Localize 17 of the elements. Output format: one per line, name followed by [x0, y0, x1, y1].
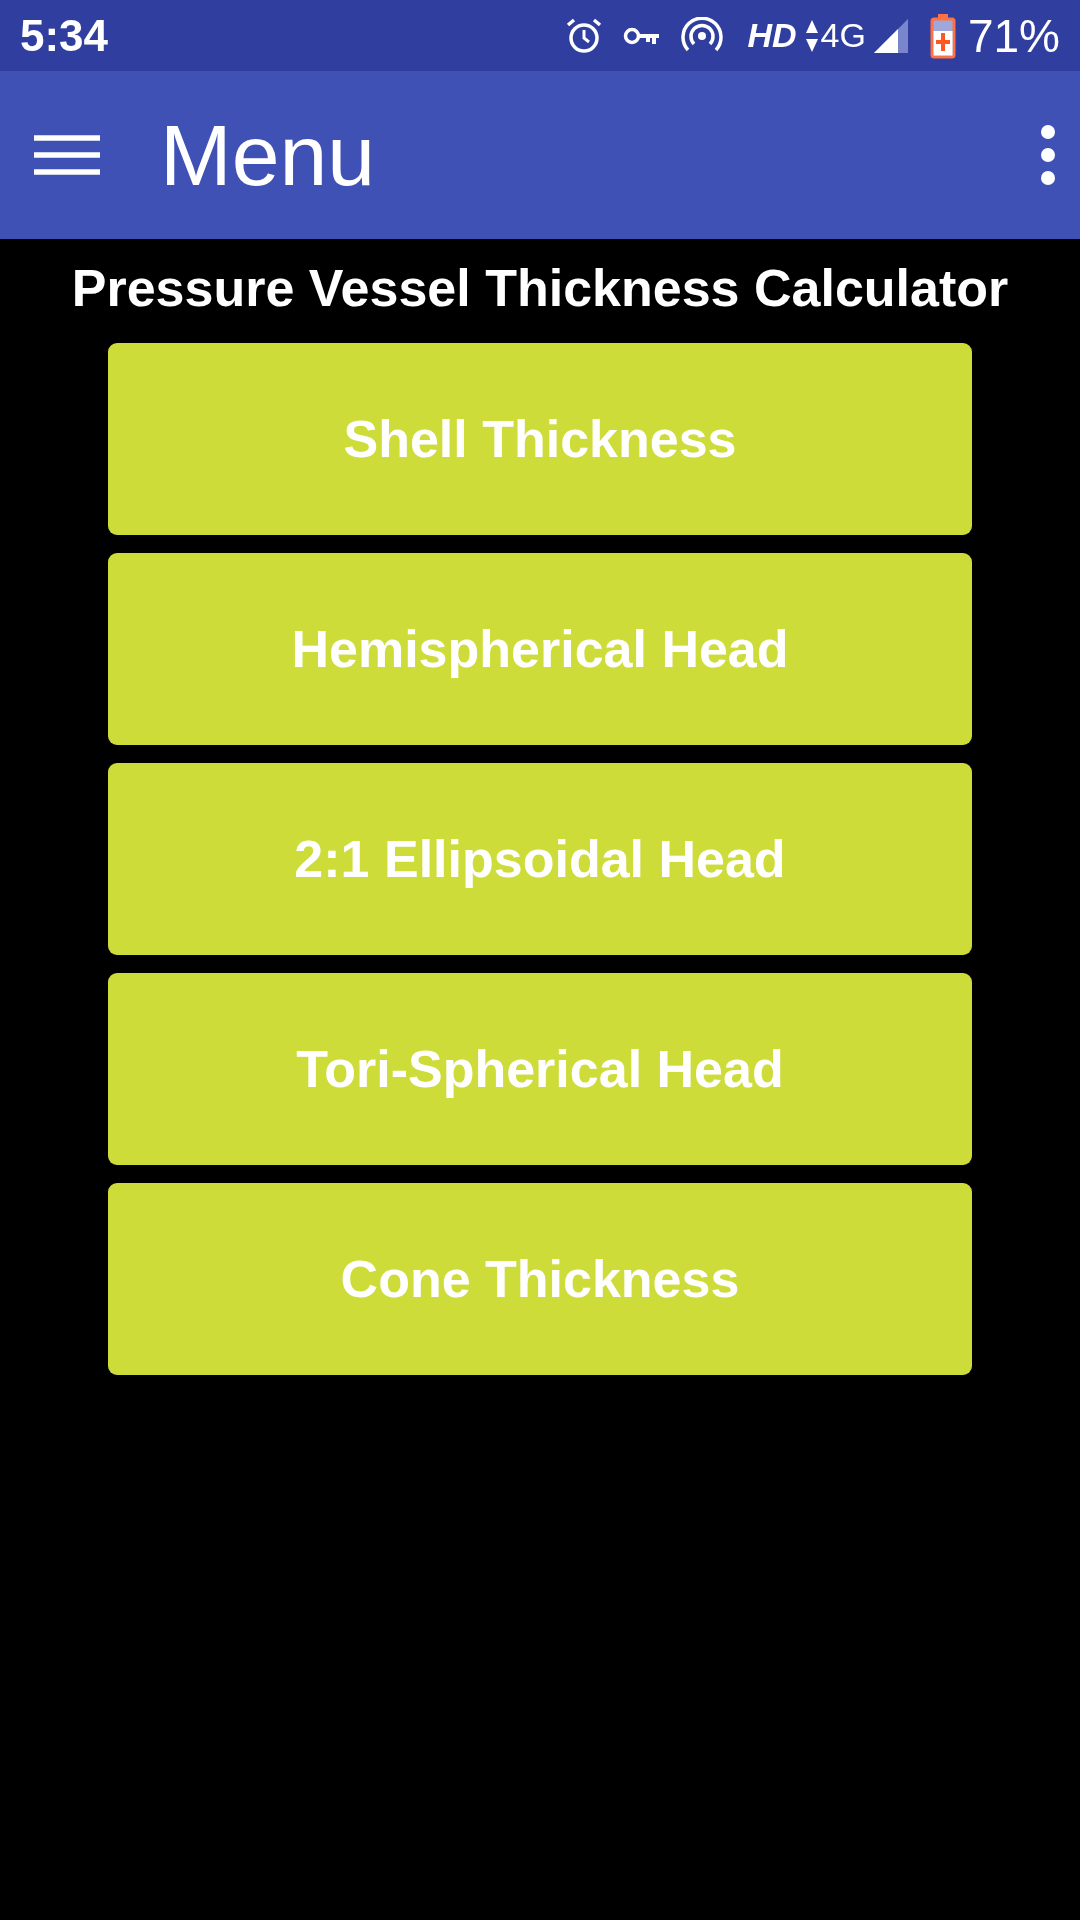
status-time: 5:34	[20, 10, 109, 61]
data-arrows-icon	[804, 18, 819, 53]
alarm-clock-icon	[565, 16, 604, 55]
battery-icon	[929, 12, 956, 59]
menu-option-button[interactable]: Shell Thickness	[108, 343, 972, 535]
battery-percent: 71%	[967, 8, 1060, 63]
menu-icon[interactable]	[34, 135, 100, 175]
more-options-icon[interactable]	[1040, 124, 1056, 186]
app-bar-title: Menu	[160, 112, 376, 198]
menu-option-button[interactable]: Hemispherical Head	[108, 553, 972, 745]
menu-option-button[interactable]: Tori-Spherical Head	[108, 973, 972, 1165]
menu-option-button[interactable]: Cone Thickness	[108, 1183, 972, 1375]
network-type: 4G	[820, 16, 866, 55]
page-heading: Pressure Vessel Thickness Calculator	[70, 258, 1010, 317]
signal-icon	[873, 18, 908, 53]
menu-option-button[interactable]: 2:1 Ellipsoidal Head	[108, 763, 972, 955]
network-quality-label: HD	[747, 16, 797, 55]
